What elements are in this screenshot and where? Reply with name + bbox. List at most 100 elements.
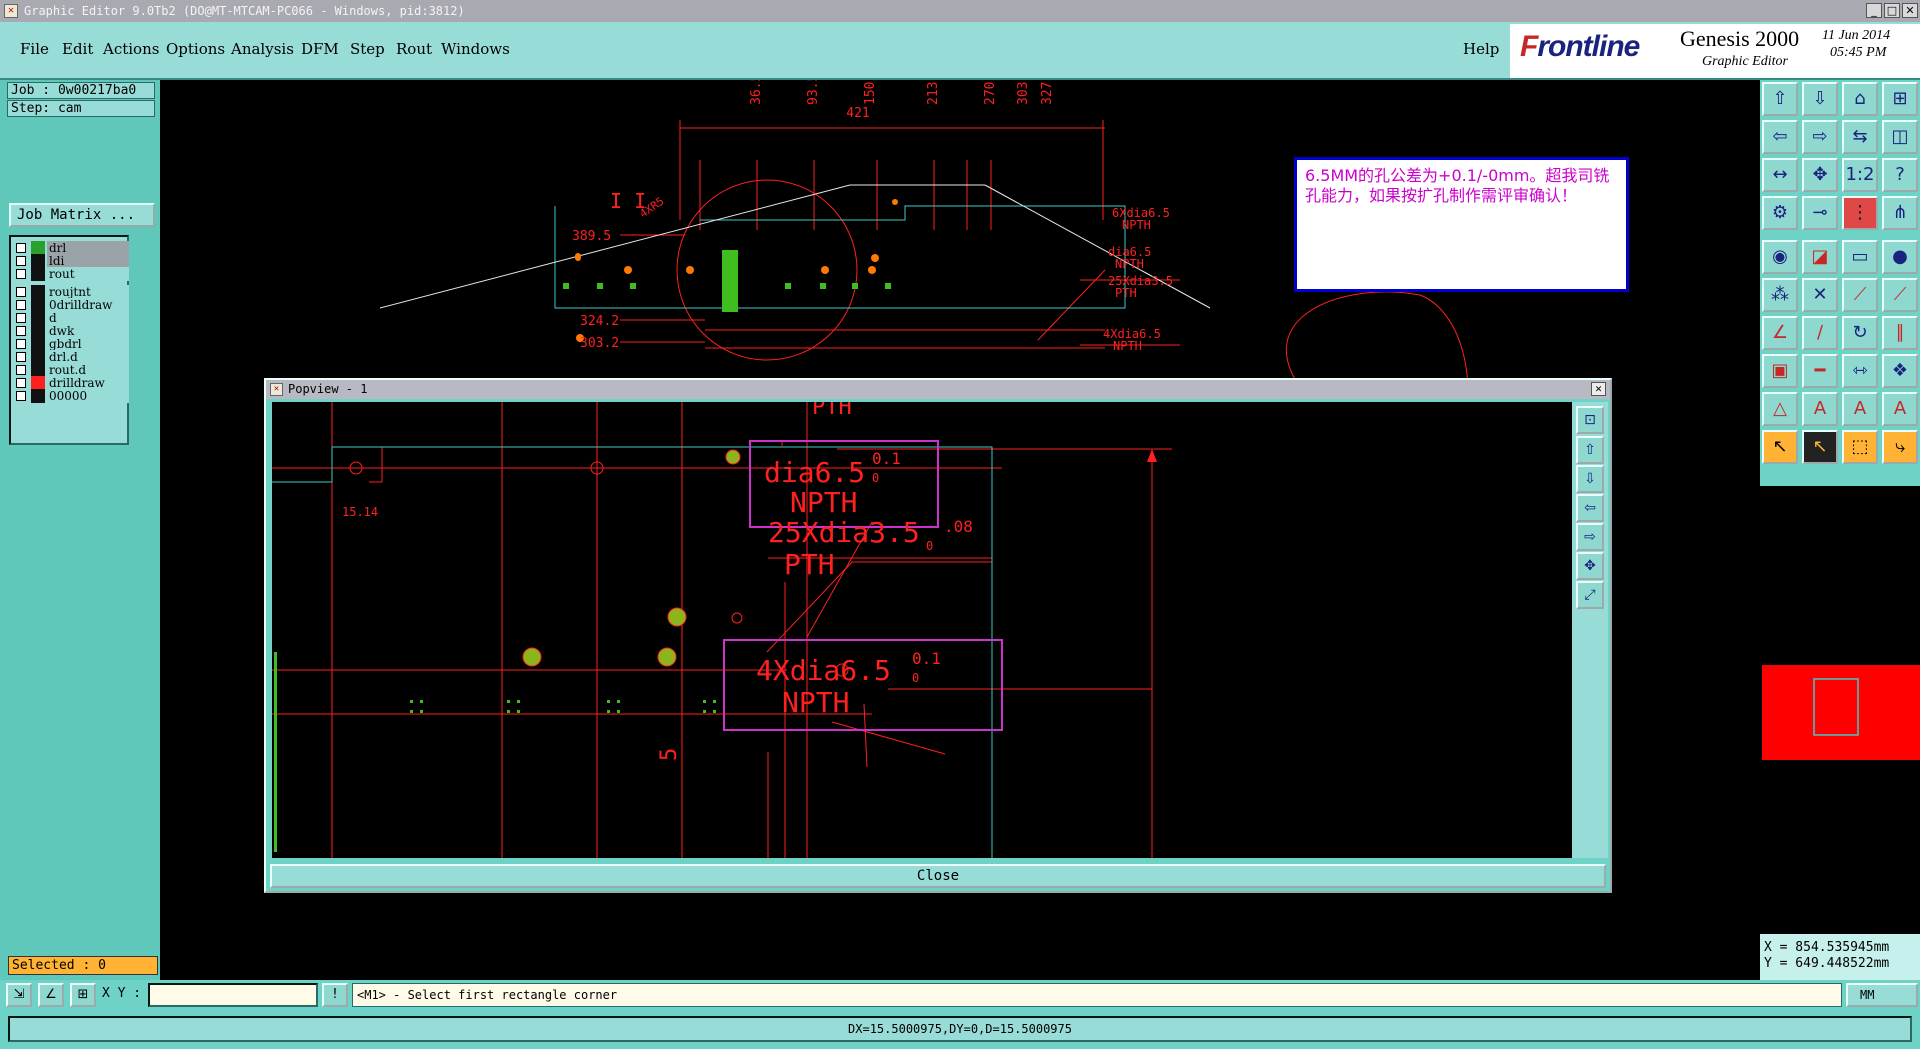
layer-color-swatch[interactable] (31, 298, 45, 312)
layer-checkbox[interactable] (16, 352, 26, 362)
popview-canvas[interactable]: 15.14 PTH dia6.5 0.1 0 NPTH 25Xdia3.5 .0… (272, 402, 1572, 858)
angle-icon[interactable]: ∠ (1762, 316, 1798, 350)
minimize-button[interactable]: _ (1866, 3, 1882, 18)
close-window-button[interactable]: ✕ (1902, 3, 1918, 18)
layer-color-swatch[interactable] (31, 311, 45, 325)
text-a-icon[interactable]: A (1802, 392, 1838, 426)
fit-all-icon[interactable]: ✥ (1802, 158, 1838, 192)
select-active-icon[interactable]: ↖ (1802, 430, 1838, 464)
layer-color-swatch[interactable] (31, 389, 45, 403)
menu-dfm[interactable]: DFM (301, 40, 339, 58)
snap-icon[interactable]: ⋮ (1842, 196, 1878, 230)
layer-name[interactable]: drilldraw (47, 376, 129, 390)
node-icon[interactable]: ⁂ (1762, 278, 1798, 312)
rect-icon[interactable]: ▣ (1762, 354, 1798, 388)
layer-row[interactable]: rout (13, 267, 129, 281)
layer-row[interactable]: 00000 (13, 389, 129, 403)
select-mode-icon[interactable]: ⇲ (6, 983, 32, 1007)
layer-row[interactable]: ldi (13, 254, 129, 268)
layer-name[interactable]: drl (47, 241, 129, 255)
job-matrix-button[interactable]: Job Matrix ... (9, 203, 155, 227)
layer-row[interactable]: roujtnt (13, 285, 129, 299)
layer-name[interactable]: d (47, 311, 129, 325)
menu-actions[interactable]: Actions (103, 40, 159, 58)
menu-edit[interactable]: Edit (62, 40, 93, 58)
line-node-icon[interactable]: ⟋ (1842, 278, 1878, 312)
layer-checkbox[interactable] (16, 243, 26, 253)
cluster-icon[interactable]: ❖ (1882, 354, 1918, 388)
layer-name[interactable]: ldi (47, 254, 129, 268)
maximize-button[interactable]: □ (1884, 3, 1900, 18)
ratio-icon[interactable]: 1:2 (1842, 158, 1878, 192)
measure-icon[interactable]: ⊸ (1802, 196, 1838, 230)
settings-icon[interactable]: ⚙ (1762, 196, 1798, 230)
layer-checkbox[interactable] (16, 287, 26, 297)
popview-close-button[interactable]: Close (270, 864, 1606, 888)
zoom-out-icon[interactable]: ⇩ (1802, 82, 1838, 116)
menu-help[interactable]: Help (1463, 40, 1499, 58)
layer-color-swatch[interactable] (31, 267, 45, 281)
grid-mode-icon[interactable]: ⊞ (70, 983, 96, 1007)
layer-name[interactable]: 00000 (47, 389, 129, 403)
layer-color-swatch[interactable] (31, 337, 45, 351)
layer-checkbox[interactable] (16, 313, 26, 323)
select-arrow-icon[interactable]: ↖ (1762, 430, 1798, 464)
menu-step[interactable]: Step (350, 40, 385, 58)
pv-right-icon[interactable]: ⇨ (1576, 523, 1604, 551)
layer-row[interactable]: drl (13, 241, 129, 255)
arc-icon[interactable]: ↻ (1842, 316, 1878, 350)
unit-selector[interactable]: MM (1846, 983, 1918, 1007)
popview-close-icon[interactable]: ✕ (1591, 382, 1606, 396)
alert-icon[interactable]: ! (322, 983, 348, 1007)
ruler-icon[interactable]: ▭ (1842, 240, 1878, 274)
layer-color-swatch[interactable] (31, 376, 45, 390)
pan-right-icon[interactable]: ⇨ (1802, 120, 1838, 154)
grid-icon[interactable]: ⊞ (1882, 82, 1918, 116)
layer-checkbox[interactable] (16, 391, 26, 401)
review-note[interactable]: 6.5MM的孔公差为+0.1/-0mm。超我司铣孔能力，如果按扩孔制作需评审确认… (1294, 157, 1629, 292)
zoom-home-icon[interactable]: ⇧ (1762, 82, 1798, 116)
layer-checkbox[interactable] (16, 378, 26, 388)
connect-icon[interactable]: ⋔ (1882, 196, 1918, 230)
layer-row[interactable]: 0drilldraw (13, 298, 129, 312)
layer-name[interactable]: dwk (47, 324, 129, 338)
pad-icon[interactable]: ◉ (1762, 240, 1798, 274)
layer-name[interactable]: gbdrl (47, 337, 129, 351)
circle-icon[interactable]: ● (1882, 240, 1918, 274)
menu-analysis[interactable]: Analysis (231, 40, 294, 58)
cross-icon[interactable]: ✕ (1802, 278, 1838, 312)
layer-name[interactable]: rout (47, 267, 129, 281)
layer-name[interactable]: rout.d (47, 363, 129, 377)
pv-zoom-icon[interactable]: ⊡ (1576, 406, 1604, 434)
select-area-icon[interactable]: ⬚ (1842, 430, 1878, 464)
pv-down-icon[interactable]: ⇩ (1576, 465, 1604, 493)
text-a3-icon[interactable]: A (1882, 392, 1918, 426)
pv-left-icon[interactable]: ⇦ (1576, 494, 1604, 522)
shape-icon[interactable]: ◪ (1802, 240, 1838, 274)
draw-mode-icon[interactable]: ∠ (38, 983, 64, 1007)
pv-up-icon[interactable]: ⇧ (1576, 436, 1604, 464)
layer-checkbox[interactable] (16, 339, 26, 349)
layer-checkbox[interactable] (16, 269, 26, 279)
menu-rout[interactable]: Rout (396, 40, 432, 58)
split-icon[interactable]: ◫ (1882, 120, 1918, 154)
triangle-icon[interactable]: △ (1762, 392, 1798, 426)
dimension-icon[interactable]: ⇿ (1842, 354, 1878, 388)
swap-icon[interactable]: ⇆ (1842, 120, 1878, 154)
layer-color-swatch[interactable] (31, 285, 45, 299)
layer-row[interactable]: d (13, 311, 129, 325)
layer-color-swatch[interactable] (31, 324, 45, 338)
layer-color-swatch[interactable] (31, 241, 45, 255)
layer-color-swatch[interactable] (31, 363, 45, 377)
layer-color-swatch[interactable] (31, 254, 45, 268)
hline-icon[interactable]: ━ (1802, 354, 1838, 388)
layer-row[interactable]: drl.d (13, 350, 129, 364)
layer-name[interactable]: 0drilldraw (47, 298, 129, 312)
layer-row[interactable]: gbdrl (13, 337, 129, 351)
help-icon[interactable]: ? (1882, 158, 1918, 192)
line-node2-icon[interactable]: ⟋ (1882, 278, 1918, 312)
layer-row[interactable]: drilldraw (13, 376, 129, 390)
layer-color-swatch[interactable] (31, 350, 45, 364)
layer-row[interactable]: rout.d (13, 363, 129, 377)
layer-name[interactable]: roujtnt (47, 285, 129, 299)
